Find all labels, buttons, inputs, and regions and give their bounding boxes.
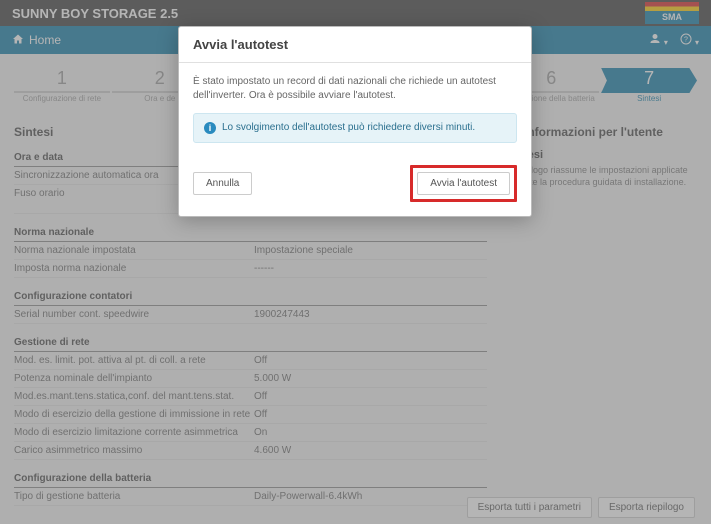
info-icon: i — [204, 122, 216, 134]
confirm-highlight: Avvia l'autotest — [410, 165, 517, 202]
start-autotest-button[interactable]: Avvia l'autotest — [417, 172, 510, 195]
modal-body-text: È stato impostato un record di dati nazi… — [193, 75, 517, 103]
modal-alert-text: Lo svolgimento dell'autotest può richied… — [222, 121, 475, 135]
cancel-button[interactable]: Annulla — [193, 172, 252, 195]
modal-info-alert: i Lo svolgimento dell'autotest può richi… — [193, 113, 517, 143]
modal-title: Avvia l'autotest — [179, 27, 531, 63]
autotest-modal: Avvia l'autotest È stato impostato un re… — [178, 26, 532, 217]
